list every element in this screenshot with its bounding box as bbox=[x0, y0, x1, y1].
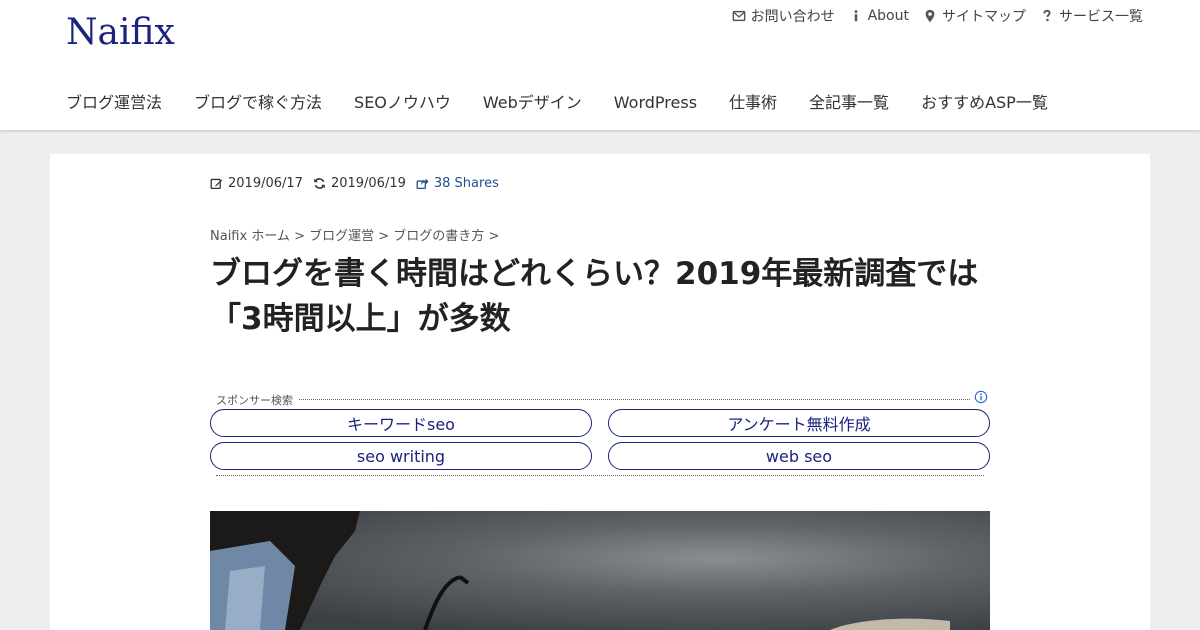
hero-image bbox=[210, 511, 990, 630]
article-meta: 2019/06/17 2019/06/19 38 Shares bbox=[210, 176, 499, 191]
topnav-contact[interactable]: お問い合わせ bbox=[732, 6, 835, 26]
sponsored-search-links: キーワードseo アンケート無料作成 seo writing web seo bbox=[210, 409, 990, 470]
sponsored-search-label: スポンサー検索 bbox=[216, 392, 299, 408]
share-count-text: 38 Shares bbox=[433, 176, 499, 191]
ad-link-keyword-seo[interactable]: キーワードseo bbox=[210, 409, 592, 437]
nav-asp-list[interactable]: おすすめASP一覧 bbox=[905, 91, 1064, 115]
topnav-services-label: サービス一覧 bbox=[1059, 9, 1143, 25]
topnav-sitemap[interactable]: サイトマップ bbox=[923, 6, 1026, 26]
share-count[interactable]: 38 Shares bbox=[416, 176, 499, 191]
article-title: ブログを書く時間はどれくらい？2019年最新調査では「3時間以上」が多数 bbox=[210, 256, 979, 337]
share-icon bbox=[416, 178, 429, 190]
divider bbox=[216, 399, 970, 400]
topnav-about[interactable]: About bbox=[849, 6, 909, 26]
ad-link-survey[interactable]: アンケート無料作成 bbox=[608, 409, 990, 437]
updated-date: 2019/06/19 bbox=[313, 176, 406, 191]
breadcrumb: Naifix ホーム > ブログ運営 > ブログの書き方 > bbox=[210, 229, 500, 244]
topnav-sitemap-label: サイトマップ bbox=[942, 9, 1026, 25]
nav-all-articles[interactable]: 全記事一覧 bbox=[793, 91, 905, 115]
envelope-icon bbox=[732, 10, 745, 22]
nav-work-skills[interactable]: 仕事術 bbox=[713, 91, 793, 115]
breadcrumb-blog-writing[interactable]: ブログの書き方 bbox=[393, 229, 484, 244]
question-icon bbox=[1043, 9, 1051, 22]
topnav-services[interactable]: サービス一覧 bbox=[1040, 6, 1143, 26]
nav-seo[interactable]: SEOノウハウ bbox=[338, 91, 467, 115]
edit-icon bbox=[210, 178, 223, 190]
site-logo[interactable]: Naifix bbox=[66, 12, 175, 53]
topnav-about-label: About bbox=[867, 8, 909, 24]
breadcrumb-blog-management[interactable]: ブログ運営 bbox=[309, 229, 374, 244]
nav-blog-earning[interactable]: ブログで稼ぐ方法 bbox=[178, 91, 338, 115]
sponsored-search-header: スポンサー検索 bbox=[210, 390, 990, 408]
published-date-text: 2019/06/17 bbox=[228, 176, 303, 191]
refresh-icon bbox=[314, 178, 325, 189]
nav-blog-management[interactable]: ブログ運営法 bbox=[50, 91, 178, 115]
topnav-contact-label: お問い合わせ bbox=[750, 9, 835, 25]
published-date: 2019/06/17 bbox=[210, 176, 303, 191]
sponsored-search: スポンサー検索 キーワードseo アンケート無料作成 seo writing w… bbox=[210, 390, 990, 476]
ad-info-icon[interactable] bbox=[974, 390, 988, 404]
article-card: 2019/06/17 2019/06/19 38 Shares Naifix ホ… bbox=[50, 154, 1150, 630]
hero-photo-illustration bbox=[210, 511, 950, 630]
breadcrumb-home[interactable]: Naifix ホーム bbox=[210, 229, 290, 244]
ad-link-web-seo[interactable]: web seo bbox=[608, 442, 990, 470]
divider bbox=[216, 475, 984, 476]
site-header: Naifix お問い合わせ About サイトマップ サービス一覧 ブログ運営法… bbox=[0, 0, 1200, 130]
info-icon bbox=[854, 10, 857, 22]
nav-web-design[interactable]: Webデザイン bbox=[467, 91, 598, 115]
nav-wordpress[interactable]: WordPress bbox=[598, 91, 713, 115]
ad-link-seo-writing[interactable]: seo writing bbox=[210, 442, 592, 470]
utility-nav: お問い合わせ About サイトマップ サービス一覧 bbox=[732, 6, 1143, 26]
updated-date-text: 2019/06/19 bbox=[330, 176, 406, 191]
map-marker-icon bbox=[925, 9, 935, 23]
main-nav: ブログ運営法 ブログで稼ぐ方法 SEOノウハウ Webデザイン WordPres… bbox=[50, 91, 1064, 115]
